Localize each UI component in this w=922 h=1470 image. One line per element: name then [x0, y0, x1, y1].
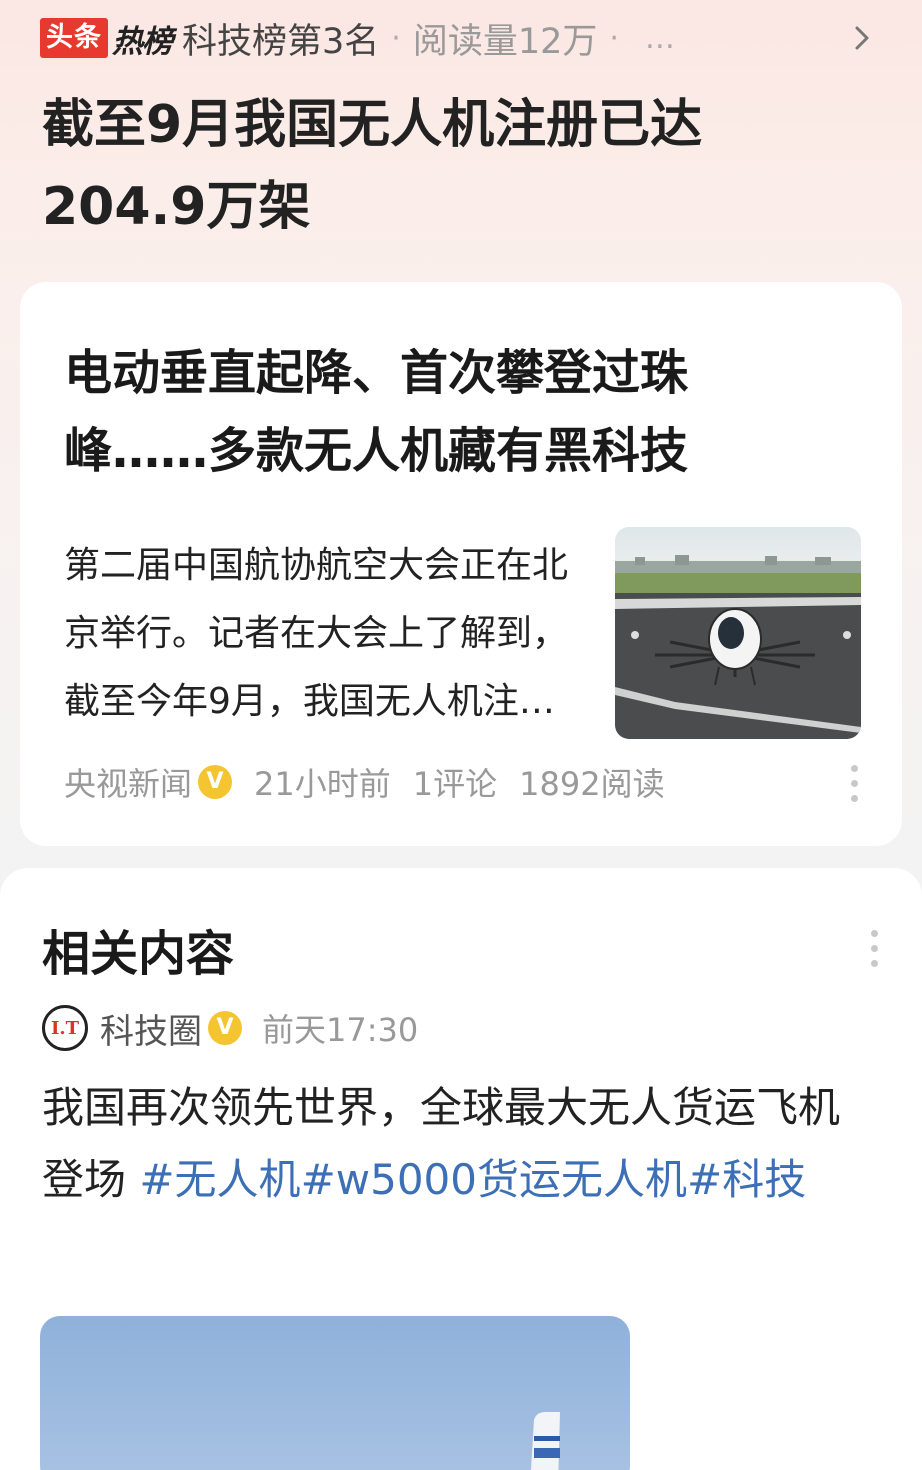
more-options-icon[interactable] — [871, 930, 878, 967]
article-title[interactable]: 电动垂直起降、首次攀登过珠峰……多款无人机藏有黑科技 — [64, 334, 784, 490]
avatar[interactable]: I.T — [42, 1005, 88, 1051]
hot-topic-headline[interactable]: 截至9月我国无人机注册已达204.9万架 — [42, 84, 842, 248]
article-thumbnail[interactable] — [615, 527, 861, 739]
separator-dot: · — [391, 20, 401, 56]
verified-icon: V — [198, 765, 233, 799]
more-ellipsis: … — [644, 20, 678, 56]
separator-dot: · — [609, 20, 619, 56]
post-text[interactable]: 我国再次领先世界，全球最大无人货运飞机登场 #无人机#w5000货运无人机#科技 — [42, 1072, 872, 1216]
post-author-row[interactable]: I.T 科技圈 V 前天17:30 — [42, 1004, 418, 1052]
rank-label: 科技榜第3名 — [182, 21, 380, 62]
hashtag-link[interactable]: #无人机 — [139, 1155, 300, 1204]
toutiao-logo: 头条 — [40, 18, 108, 58]
hashtag-link[interactable]: #科技 — [687, 1155, 806, 1204]
post-time: 前天17:30 — [262, 1011, 419, 1049]
article-summary: 第二届中国航协航空大会正在北京举行。记者在大会上了解到，截至今年9月，我国无人机… — [64, 545, 569, 722]
publish-time: 21小时前 — [254, 765, 391, 803]
author-name[interactable]: 科技圈 — [100, 1004, 202, 1053]
post-image[interactable] — [40, 1316, 630, 1470]
comment-count: 1评论 — [412, 765, 498, 803]
read-count: 1892阅读 — [519, 765, 665, 803]
read-count: 阅读量12万 — [412, 21, 598, 62]
more-options-icon[interactable] — [851, 765, 858, 802]
hot-list-bar[interactable]: 头条 热榜 科技榜第3名 · 阅读量12万 · … — [40, 14, 880, 62]
related-section: 相关内容 I.T 科技圈 V 前天17:30 我国再次领先世界，全球最大无人货运… — [0, 868, 922, 1470]
article-card[interactable]: 电动垂直起降、首次攀登过珠峰……多款无人机藏有黑科技 第二届中国航协航空大会正在… — [20, 282, 902, 846]
source-name[interactable]: 央视新闻 — [64, 759, 192, 805]
article-meta: 央视新闻 V 21小时前 1评论 1892阅读 — [64, 760, 665, 804]
hot-list-logo: 热榜 — [112, 23, 173, 60]
hashtag-link[interactable]: #w5000货运无人机 — [301, 1155, 687, 1204]
chevron-right-icon[interactable] — [844, 20, 880, 56]
verified-icon: V — [208, 1011, 242, 1045]
section-title: 相关内容 — [42, 926, 235, 982]
